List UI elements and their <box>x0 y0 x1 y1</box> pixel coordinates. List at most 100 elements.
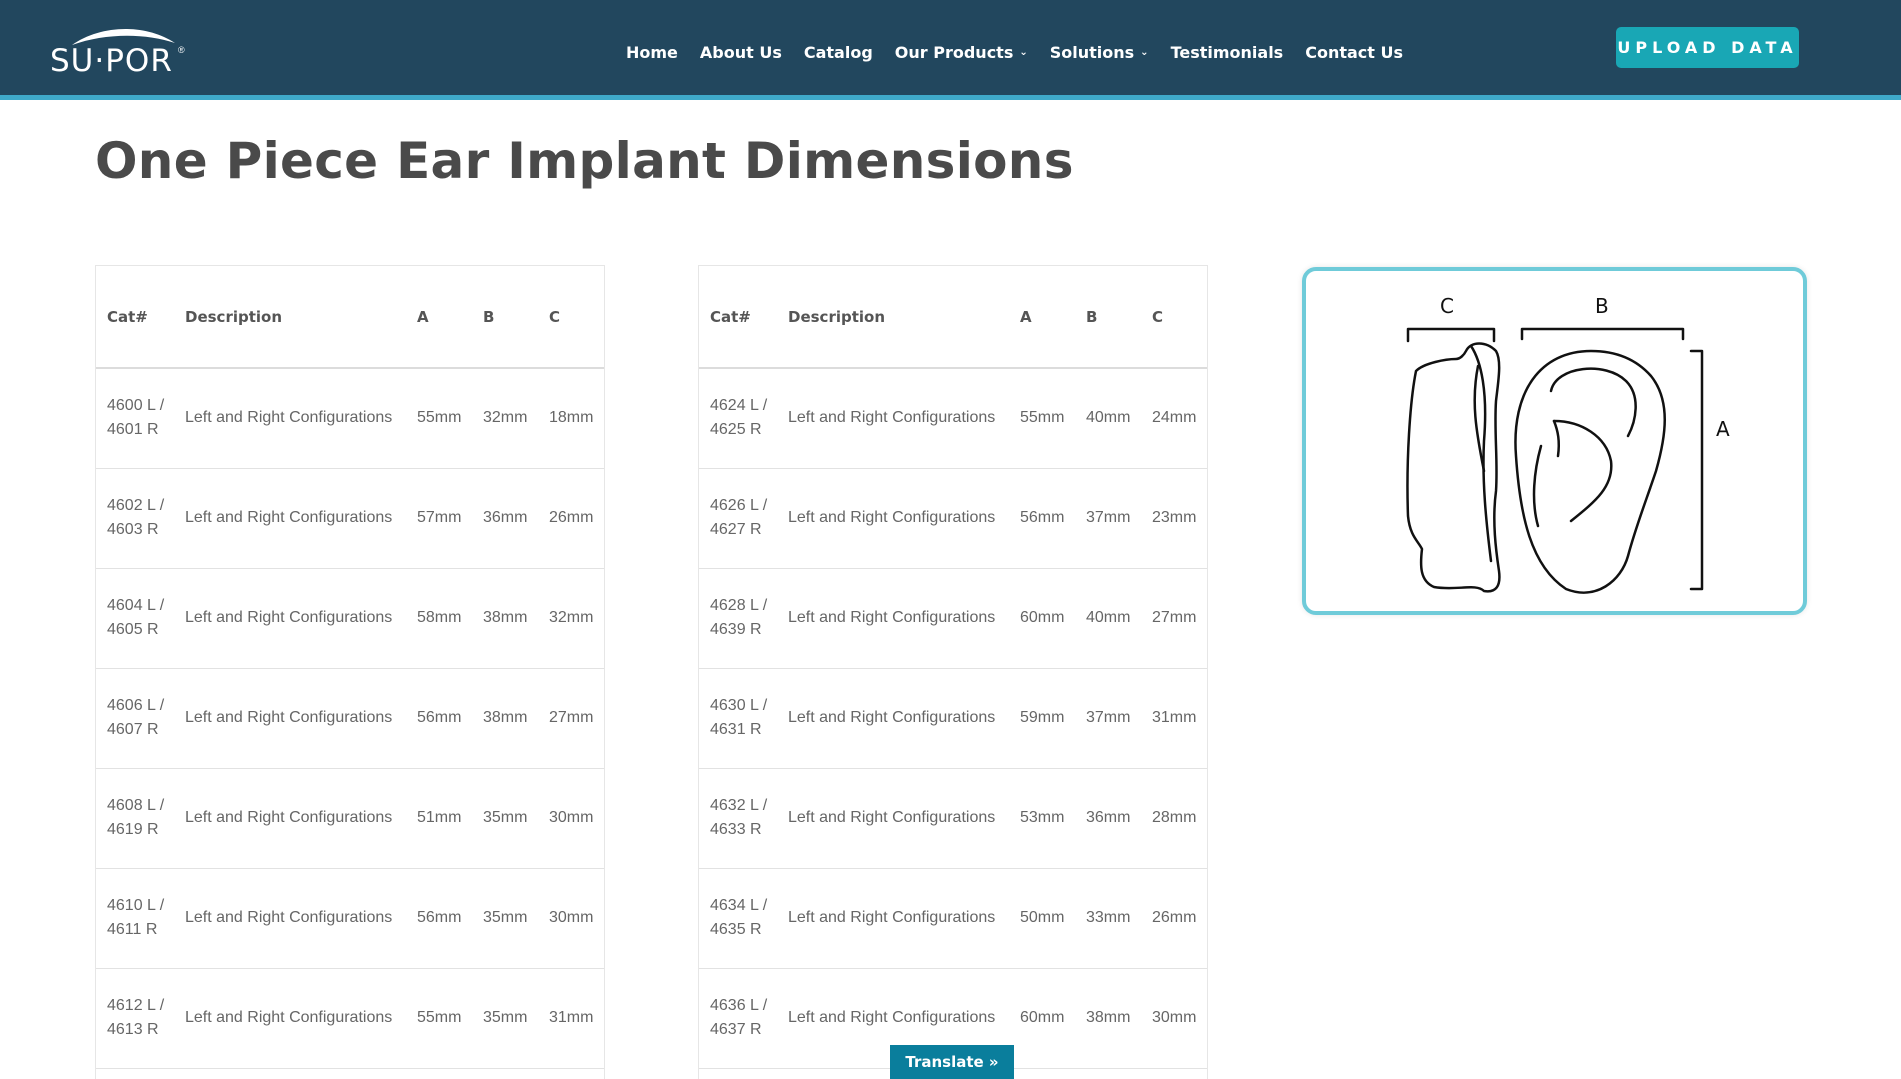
nav-item-label: Catalog <box>803 42 873 62</box>
cell-cat: 4634 L / 4635 R <box>699 868 777 969</box>
cat-number: 4604 L / 4605 R <box>107 597 165 638</box>
cell-c: 24mm <box>1141 368 1207 469</box>
header-description: Description <box>777 266 1009 369</box>
header-cat: Cat# <box>96 266 174 369</box>
table-row: 4608 L / 4619 R Left and Right Configurat… <box>96 768 604 869</box>
nav-item-testimonials[interactable]: Testimonials <box>1171 40 1284 64</box>
cell-a: 56mm <box>406 668 472 769</box>
nav-item-about-us[interactable]: About Us <box>700 40 782 64</box>
cat-number: 4626 L / 4627 R <box>710 497 768 538</box>
cell-description: Left and Right Configurations <box>174 468 406 569</box>
cell-b: 32mm <box>472 368 538 469</box>
chevron-down-icon: ⌄ <box>1019 46 1028 58</box>
cell-description: Left and Right Configurations <box>174 968 406 1069</box>
cell-a: 59mm <box>1009 668 1075 769</box>
cell-description: Left and Right Configurations <box>777 468 1009 569</box>
table-row: 4602 L / 4603 R Left and Right Configurat… <box>96 468 604 569</box>
supor-logo[interactable]: SU·POR ® <box>50 23 190 79</box>
table-row: 4628 L / 4639 R Left and Right Configurat… <box>699 568 1207 669</box>
label-c: C <box>1440 294 1454 318</box>
cell-cat: 4608 L / 4619 R <box>96 768 174 869</box>
nav-item-solutions[interactable]: Solutions ⌄ <box>1050 40 1149 64</box>
cell-c: 27mm <box>1141 568 1207 669</box>
nav-item-home[interactable]: Home <box>626 40 678 64</box>
cell-a: 55mm <box>1009 368 1075 469</box>
cell-c: 30mm <box>538 868 604 969</box>
ear-dimension-diagram: C B A <box>1302 267 1807 615</box>
cell-cat: 4602 L / 4603 R <box>96 468 174 569</box>
header-b: B <box>1075 266 1141 369</box>
cat-number: 4600 L / 4601 R <box>107 397 165 439</box>
cell-cat: 4630 L / 4631 R <box>699 668 777 769</box>
cat-number: 4608 L / 4619 R <box>107 797 165 838</box>
cat-number: 4612 L / 4613 R <box>107 997 165 1038</box>
cell-c: 26mm <box>538 468 604 569</box>
nav-item-label: Testimonials <box>1170 42 1284 62</box>
cell-b: 35mm <box>472 868 538 969</box>
cell-c: 27mm <box>538 668 604 769</box>
chevron-down-icon: ⌄ <box>1140 46 1149 58</box>
translate-button[interactable]: Translate » <box>890 1045 1014 1079</box>
cell-c: 30mm <box>538 768 604 869</box>
cell-description: Left and Right Configurations <box>777 768 1009 869</box>
table-row: 4632 L / 4633 R Left and Right Configurat… <box>699 768 1207 869</box>
cell-c: 18mm <box>538 368 604 469</box>
cell-cat: 4636 L / 4637 R <box>699 968 777 1069</box>
cell-a: 60mm <box>1009 568 1075 669</box>
cell-c: 31mm <box>538 968 604 1069</box>
table-header-row: Cat# Description A B C <box>96 266 604 369</box>
cat-number: 4630 L / 4631 R <box>710 697 768 738</box>
cell-cat: 4612 L / 4613 R <box>96 968 174 1069</box>
table-row: 4624 L / 4625 R Left and Right Configurat… <box>699 368 1207 469</box>
table-header-row: Cat# Description A B C <box>699 266 1207 369</box>
cell-description: Left and Right Configurations <box>174 568 406 669</box>
table-row: 4610 L / 4611 R Left and Right Configurat… <box>96 868 604 969</box>
cell-b: 33mm <box>1075 868 1141 969</box>
nav-item-catalog[interactable]: Catalog <box>804 40 873 64</box>
cell-c: 26mm <box>1141 868 1207 969</box>
cat-number: 4628 L / 4639 R <box>710 597 768 638</box>
cell-b: 38mm <box>472 568 538 669</box>
cell-c: 32mm <box>538 568 604 669</box>
cell-a: 50mm <box>1009 868 1075 969</box>
nav-item-label: Contact Us <box>1305 42 1403 62</box>
cell-description: Left and Right Configurations <box>777 868 1009 969</box>
nav-item-label: Home <box>626 42 678 62</box>
cell-b: 38mm <box>1075 968 1141 1069</box>
label-a: A <box>1716 417 1730 441</box>
label-b: B <box>1595 294 1609 318</box>
cell-cat: 4626 L / 4627 R <box>699 468 777 569</box>
table-row: 4604 L / 4605 R Left and Right Configurat… <box>96 568 604 669</box>
nav-item-contact-us[interactable]: Contact Us <box>1305 40 1403 64</box>
cell-c: 23mm <box>1141 468 1207 569</box>
cell-description: Left and Right Configurations <box>174 368 406 469</box>
cell-description: Left and Right Configurations <box>777 668 1009 769</box>
cell-cat: 4632 L / 4633 R <box>699 768 777 869</box>
site-header: SU·POR ® Home About Us Catalog Our Products… <box>0 0 1901 100</box>
cat-number: 4632 L / 4633 R <box>710 797 768 838</box>
header-c: C <box>538 266 604 369</box>
table-row: 4630 L / 4631 R Left and Right Configurat… <box>699 668 1207 769</box>
cell-cat: 4606 L / 4607 R <box>96 668 174 769</box>
logo-text: SU·POR <box>50 43 173 79</box>
header-description: Description <box>174 266 406 369</box>
dimensions-table-1: Cat# Description A B C 4600 L / 4601 R Le… <box>95 265 605 1079</box>
cell-b: 38mm <box>472 668 538 769</box>
table-row: 4634 L / 4635 R Left and Right Configurat… <box>699 868 1207 969</box>
cell-b: 40mm <box>1075 368 1141 469</box>
header-a: A <box>1009 266 1075 369</box>
cat-number: 4636 L / 4637 R <box>710 997 768 1038</box>
cat-number: 4624 L / 4625 R <box>710 397 768 439</box>
cell-b: 35mm <box>472 968 538 1069</box>
nav-item-our-products[interactable]: Our Products ⌄ <box>895 40 1028 64</box>
cell-cat: 4624 L / 4625 R <box>699 368 777 469</box>
cell-c: 31mm <box>1141 668 1207 769</box>
cell-b: 36mm <box>1075 768 1141 869</box>
cell-a: 53mm <box>1009 768 1075 869</box>
upload-data-button[interactable]: UPLOAD DATA <box>1616 27 1799 68</box>
nav-item-label: About Us <box>699 42 782 62</box>
cell-b: 35mm <box>472 768 538 869</box>
table-row: 4626 L / 4627 R Left and Right Configurat… <box>699 468 1207 569</box>
cell-cat: 4600 L / 4601 R <box>96 368 174 469</box>
cell-a: 60mm <box>1009 968 1075 1069</box>
